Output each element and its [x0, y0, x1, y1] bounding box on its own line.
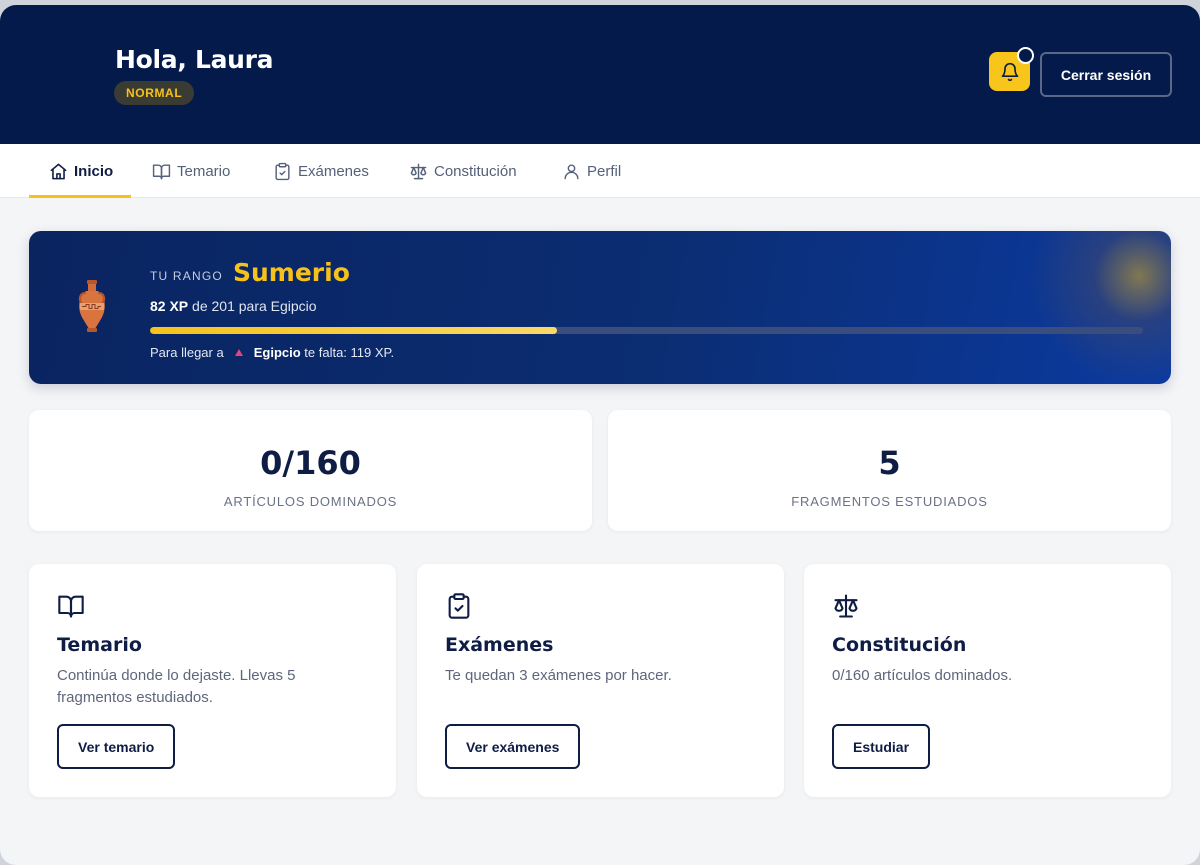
next-rank-text: Para llegar a Egipcio te falta: 119 XP. [150, 345, 394, 360]
rank-label: TU RANGO [150, 269, 223, 283]
ver-examenes-button[interactable]: Ver exámenes [445, 724, 581, 769]
feature-title: Temario [57, 634, 142, 656]
header: Hola, Laura NORMAL Cerrar sesión [0, 5, 1200, 144]
ver-temario-button[interactable]: Ver temario [57, 724, 176, 769]
triangle-icon [234, 349, 243, 356]
xp-rest: de 201 para Egipcio [188, 298, 317, 314]
stat-label: FRAGMENTOS ESTUDIADOS [791, 494, 988, 509]
scales-icon [834, 594, 858, 618]
rank-card: TU RANGO Sumerio 82 XP de 201 para Egipc… [29, 231, 1171, 384]
estudiar-button[interactable]: Estudiar [832, 724, 931, 769]
feature-card-examenes: Exámenes Te quedan 3 exámenes por hacer.… [417, 564, 784, 797]
notification-dot [1017, 47, 1034, 64]
app-window: Hola, Laura NORMAL Cerrar sesión Inicio … [0, 5, 1200, 865]
tab-label: Constitución [434, 162, 517, 180]
next-rank-prefix: Para llegar a [150, 345, 224, 360]
feature-card-constitucion: Constitución 0/160 artículos dominados. … [804, 564, 1171, 797]
tab-label: Exámenes [298, 162, 369, 180]
tab-perfil[interactable]: Perfil [562, 144, 621, 198]
scales-icon [410, 163, 427, 179]
amphora-icon [78, 280, 106, 332]
xp-progress-text: 82 XP de 201 para Egipcio [150, 298, 317, 314]
book-icon [152, 163, 171, 179]
tab-constitucion[interactable]: Constitución [409, 144, 517, 198]
tab-temario[interactable]: Temario [152, 144, 230, 198]
bell-icon [1001, 62, 1018, 81]
next-rank-suffix: te falta: 119 XP. [300, 345, 395, 360]
feature-card-temario: Temario Continúa donde lo dejaste. Lleva… [29, 564, 396, 797]
stat-card-articulos: 0/160 ARTÍCULOS DOMINADOS [29, 410, 592, 531]
feature-title: Constitución [832, 634, 967, 656]
xp-progress-fill [150, 327, 558, 334]
feature-description: Te quedan 3 exámenes por hacer. [445, 667, 672, 684]
book-icon [58, 595, 84, 618]
feature-description: Continúa donde lo dejaste. Llevas 5 frag… [57, 667, 296, 706]
active-tab-indicator [29, 195, 131, 198]
xp-current: 82 XP [150, 298, 189, 314]
level-badge: NORMAL [114, 81, 195, 105]
feature-description: 0/160 artículos dominados. [832, 667, 1013, 684]
greeting-title: Hola, Laura [115, 45, 274, 74]
rank-name: Sumerio [233, 258, 350, 287]
clipboard-check-icon [275, 162, 290, 180]
stat-card-fragmentos: 5 FRAGMENTOS ESTUDIADOS [608, 410, 1171, 531]
home-icon [50, 163, 67, 179]
nav-tabs: Inicio Temario Exámenes Constitución Per… [0, 144, 1200, 198]
clipboard-check-icon [448, 593, 470, 619]
stat-value: 5 [878, 444, 901, 482]
tab-label: Inicio [74, 162, 114, 180]
user-icon [564, 163, 579, 179]
xp-progress-bar [150, 327, 1143, 334]
logout-button[interactable]: Cerrar sesión [1040, 52, 1172, 97]
tab-label: Perfil [587, 162, 622, 180]
tab-label: Temario [177, 162, 231, 180]
stat-value: 0/160 [260, 444, 361, 482]
tab-inicio[interactable]: Inicio [49, 144, 113, 198]
stat-label: ARTÍCULOS DOMINADOS [223, 494, 398, 509]
tab-examenes[interactable]: Exámenes [273, 144, 369, 198]
next-rank-name: Egipcio [253, 345, 301, 360]
feature-title: Exámenes [445, 634, 554, 656]
